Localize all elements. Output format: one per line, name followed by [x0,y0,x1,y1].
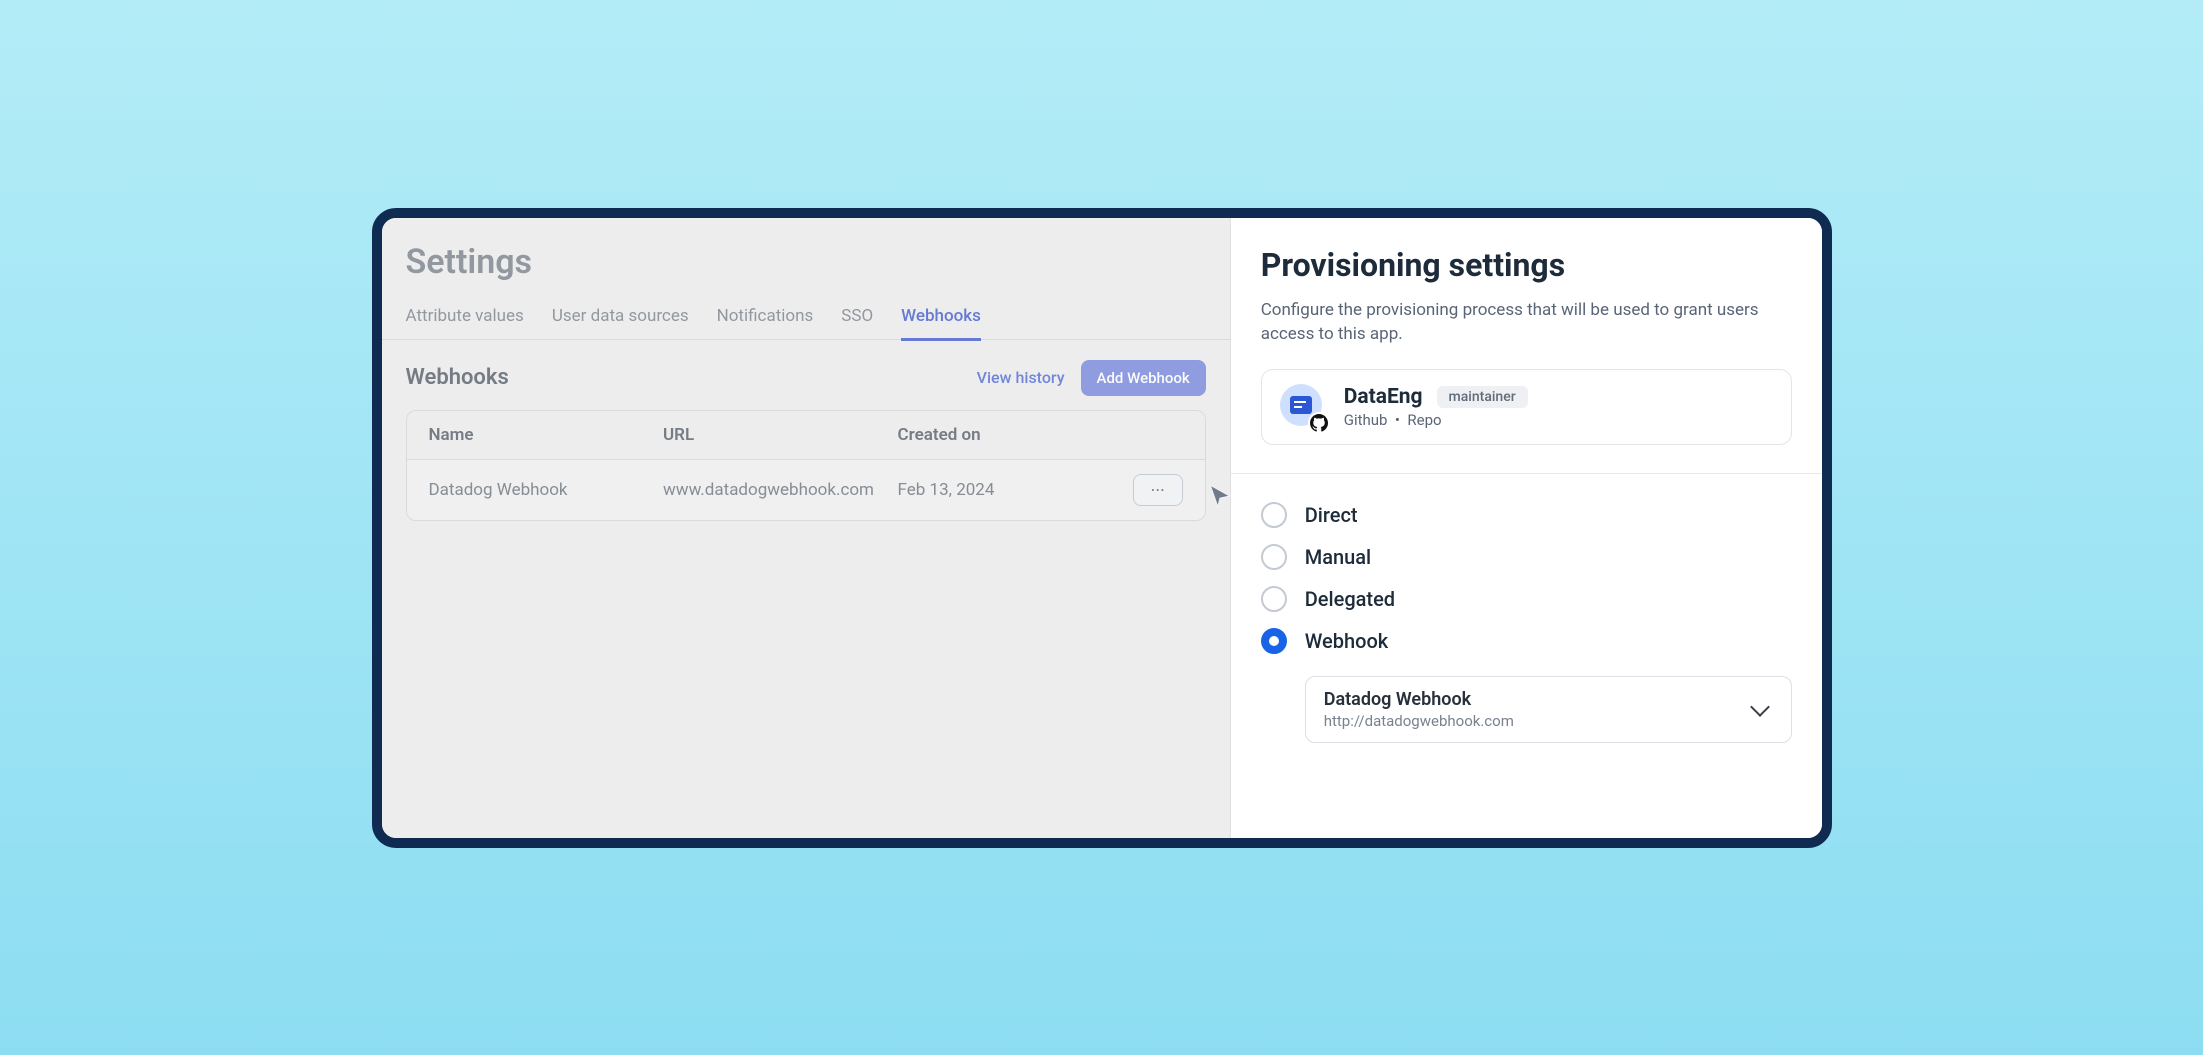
webhooks-section-header: Webhooks View history Add Webhook [382,340,1230,410]
panel-title: Provisioning settings [1261,246,1792,284]
tab-attribute-values[interactable]: Attribute values [406,298,524,339]
panel-description: Configure the provisioning process that … [1261,298,1792,347]
app-type: Repo [1407,411,1441,429]
radio-manual[interactable]: Manual [1261,544,1792,570]
chevron-down-icon [1750,697,1770,717]
github-icon [1308,412,1330,434]
provisioning-panel: Provisioning settings Configure the prov… [1231,218,1822,838]
radio-label: Webhook [1305,629,1389,653]
table-header: Name URL Created on [407,411,1205,460]
webhook-select-name: Datadog Webhook [1324,689,1514,710]
role-badge: maintainer [1437,386,1528,408]
radio-label: Direct [1305,503,1358,527]
tab-user-data-sources[interactable]: User data sources [552,298,689,339]
webhooks-table: Name URL Created on Datadog Webhook www.… [406,410,1206,521]
tab-notifications[interactable]: Notifications [717,298,814,339]
col-header-name: Name [429,425,664,445]
app-meta: Github • Repo [1344,411,1773,429]
radio-delegated[interactable]: Delegated [1261,586,1792,612]
document-icon [1290,396,1312,414]
app-provider: Github [1344,411,1388,429]
settings-pane: Settings Attribute values User data sour… [382,218,1231,838]
webhook-select-text: Datadog Webhook http://datadogwebhook.co… [1324,689,1514,730]
section-actions: View history Add Webhook [977,360,1206,396]
radio-label: Manual [1305,545,1371,569]
app-icon-wrap [1280,384,1326,430]
radio-label: Delegated [1305,587,1395,611]
radio-input[interactable] [1261,586,1287,612]
app-info: DataEng maintainer Github • Repo [1344,385,1773,429]
col-header-url: URL [663,425,898,445]
webhook-select[interactable]: Datadog Webhook http://datadogwebhook.co… [1305,676,1792,743]
app-window: Settings Attribute values User data sour… [372,208,1832,848]
row-actions-button[interactable]: ... [1133,474,1183,506]
webhook-select-url: http://datadogwebhook.com [1324,712,1514,730]
cursor-icon [1207,483,1233,509]
cell-name: Datadog Webhook [429,480,664,500]
tab-webhooks[interactable]: Webhooks [901,298,981,341]
table-row[interactable]: Datadog Webhook www.datadogwebhook.com F… [407,460,1205,520]
col-header-created: Created on [898,425,1103,445]
app-name: DataEng [1344,385,1423,409]
radio-direct[interactable]: Direct [1261,502,1792,528]
provisioning-options: Direct Manual Delegated Webhook Datadog … [1261,502,1792,743]
radio-webhook[interactable]: Webhook [1261,628,1792,654]
divider [1231,473,1822,474]
view-history-link[interactable]: View history [977,368,1065,387]
radio-input[interactable] [1261,628,1287,654]
radio-input[interactable] [1261,544,1287,570]
tab-sso[interactable]: SSO [841,298,873,339]
page-title: Settings [382,242,1230,298]
cell-created: Feb 13, 2024 [898,480,1103,500]
app-card: DataEng maintainer Github • Repo [1261,369,1792,445]
cell-url: www.datadogwebhook.com [663,480,898,500]
radio-input[interactable] [1261,502,1287,528]
add-webhook-button[interactable]: Add Webhook [1081,360,1206,396]
settings-tabs: Attribute values User data sources Notif… [382,298,1230,340]
section-title: Webhooks [406,365,509,390]
